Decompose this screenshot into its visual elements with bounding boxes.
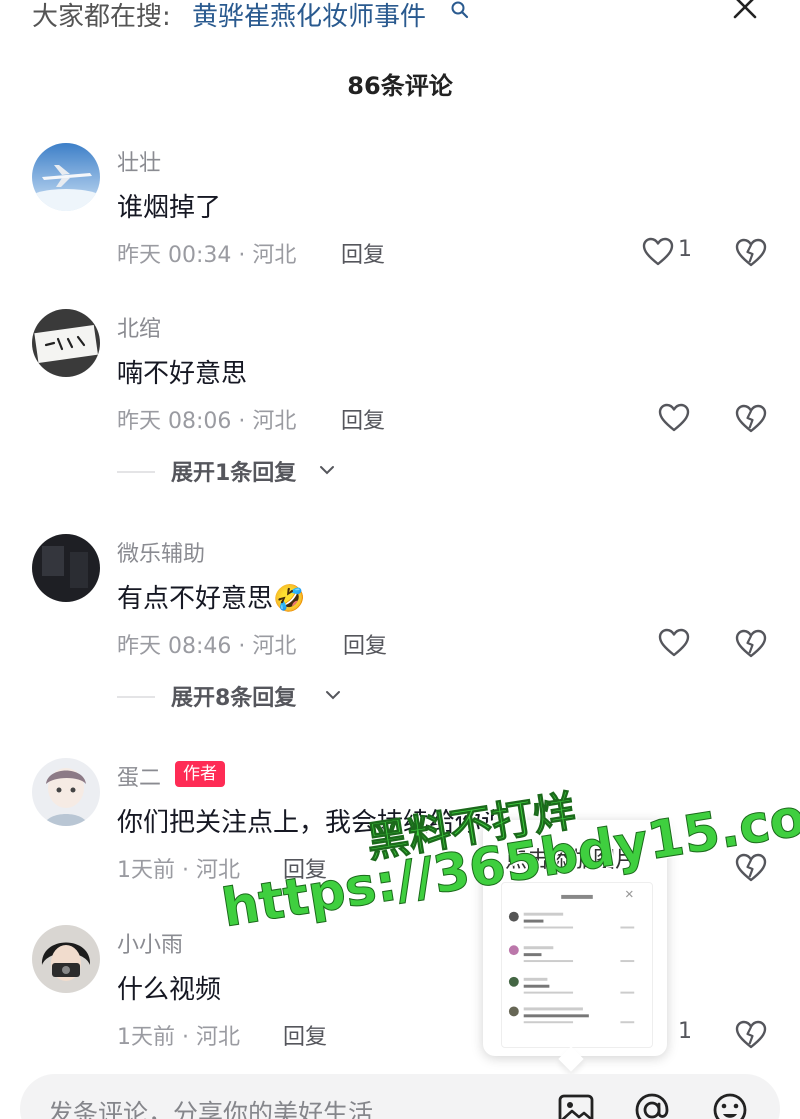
comment-item: 蛋二 作者 你们把关注点上，我会持续给你说 1天前 · 河北 回复 bbox=[0, 758, 800, 898]
broken-heart-icon[interactable] bbox=[735, 628, 767, 660]
like-count: 1 bbox=[678, 237, 692, 262]
divider bbox=[117, 696, 155, 698]
airplane-avatar[interactable] bbox=[32, 143, 100, 211]
image-icon[interactable] bbox=[556, 1090, 596, 1119]
chevron-down-icon bbox=[320, 466, 334, 475]
broken-heart-icon[interactable] bbox=[735, 1019, 767, 1051]
add-image-label: 点击添加图片 bbox=[505, 848, 638, 873]
comment-item: 小小雨 什么视频 1天前 · 河北 回复 1 bbox=[0, 925, 800, 1065]
close-icon[interactable] bbox=[732, 0, 758, 20]
comment-meta: 1天前 · 河北 bbox=[117, 1025, 240, 1050]
search-term-link[interactable]: 黄骅崔燕化妆师事件 bbox=[192, 0, 426, 33]
chevron-down-icon bbox=[326, 691, 340, 700]
comment-text-body: 有点不好意思 bbox=[117, 584, 274, 614]
reply-button[interactable]: 回复 bbox=[341, 237, 385, 269]
screenshot-thumbnail[interactable] bbox=[501, 882, 653, 1048]
comment-username[interactable]: 壮壮 bbox=[117, 145, 161, 177]
comment-count-title: 86条评论 bbox=[347, 72, 453, 100]
author-badge: 作者 bbox=[175, 761, 225, 787]
heart-icon[interactable] bbox=[658, 403, 690, 433]
reply-button[interactable]: 回复 bbox=[283, 852, 327, 884]
expand-replies-button[interactable]: 展开1条回复 bbox=[117, 455, 357, 486]
expand-replies-label: 展开8条回复 bbox=[171, 686, 297, 711]
comment-text: 什么视频 bbox=[117, 975, 222, 1005]
comment-input-placeholder[interactable]: 发条评论，分享你的美好生活 bbox=[48, 1094, 373, 1119]
comment-meta: 1天前 · 河北 bbox=[117, 858, 240, 883]
comment-text: 有点不好意思🤣 bbox=[117, 578, 305, 615]
comment-item: 北绾 喃不好意思 昨天 08:06 · 河北 回复 bbox=[0, 309, 800, 449]
broken-heart-icon[interactable] bbox=[735, 237, 767, 269]
comment-meta: 昨天 08:46 · 河北 bbox=[117, 634, 297, 659]
reply-button[interactable]: 回复 bbox=[343, 628, 387, 660]
cartoon-avatar[interactable] bbox=[32, 758, 100, 826]
comment-input-bar[interactable]: 发条评论，分享你的美好生活 bbox=[20, 1074, 780, 1119]
calligraphy-avatar[interactable] bbox=[32, 309, 100, 377]
heart-icon[interactable] bbox=[642, 237, 674, 267]
search-suggestion-bar[interactable]: 大家都在搜: 黄骅崔燕化妆师事件 bbox=[0, 0, 800, 40]
add-image-popup[interactable]: 点击添加图片 bbox=[483, 820, 667, 1056]
reply-button[interactable]: 回复 bbox=[283, 1019, 327, 1051]
comment-username[interactable]: 小小雨 bbox=[117, 927, 183, 959]
broken-heart-icon[interactable] bbox=[735, 403, 767, 435]
comment-item: 壮壮 谁烟掉了 昨天 00:34 · 河北 回复 1 bbox=[0, 143, 800, 283]
laughing-crying-emoji: 🤣 bbox=[273, 584, 306, 614]
divider bbox=[117, 471, 155, 473]
comment-text: 谁烟掉了 bbox=[117, 193, 222, 223]
reply-button[interactable]: 回复 bbox=[341, 403, 385, 435]
expand-replies-button[interactable]: 展开8条回复 bbox=[117, 680, 357, 711]
heart-icon[interactable] bbox=[658, 628, 690, 658]
search-icon[interactable] bbox=[450, 0, 470, 20]
comment-text: 你们把关注点上，我会持续给你说 bbox=[117, 808, 508, 838]
comment-meta: 昨天 08:06 · 河北 bbox=[117, 409, 297, 434]
search-prefix: 大家都在搜: bbox=[32, 2, 171, 32]
comment-item: 微乐辅助 有点不好意思🤣 昨天 08:46 · 河北 回复 bbox=[0, 534, 800, 674]
comment-meta: 昨天 00:34 · 河北 bbox=[117, 243, 297, 268]
comment-username[interactable]: 微乐辅助 bbox=[117, 536, 205, 568]
comment-text: 喃不好意思 bbox=[117, 359, 248, 389]
comment-username[interactable]: 北绾 bbox=[117, 311, 161, 343]
person-avatar[interactable] bbox=[32, 925, 100, 993]
like-count: 1 bbox=[678, 1019, 692, 1044]
emoji-icon[interactable] bbox=[710, 1090, 750, 1119]
expand-replies-label: 展开1条回复 bbox=[171, 461, 297, 486]
at-icon[interactable] bbox=[632, 1090, 672, 1119]
broken-heart-icon[interactable] bbox=[735, 852, 767, 884]
comment-username[interactable]: 蛋二 bbox=[117, 760, 161, 792]
dark-avatar[interactable] bbox=[32, 534, 100, 602]
